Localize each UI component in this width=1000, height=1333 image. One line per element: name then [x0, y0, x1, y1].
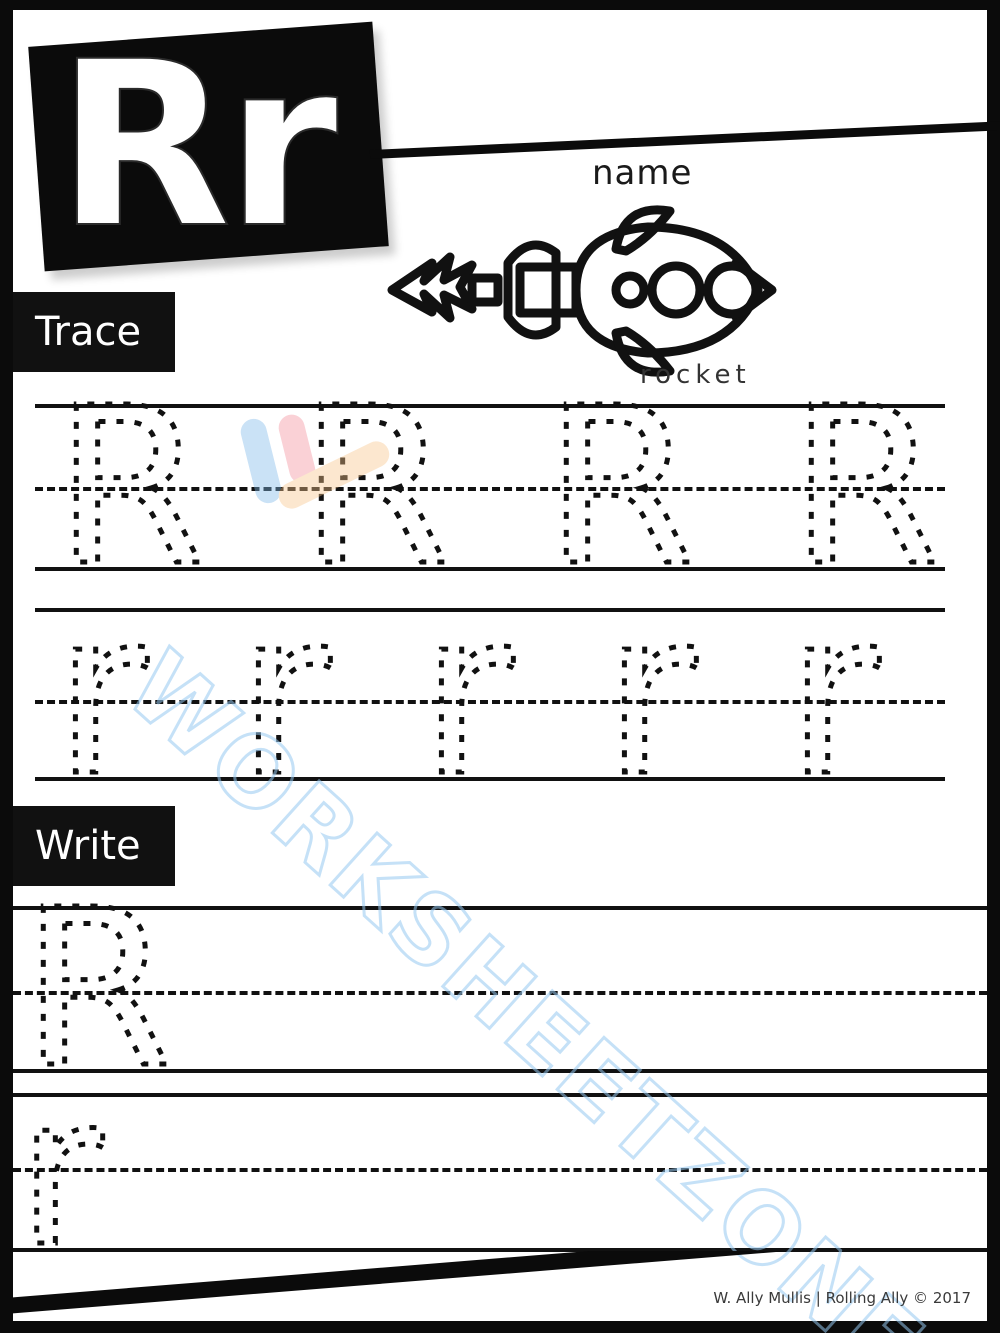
trace-row-2-glyph-1[interactable]: r [55, 603, 190, 782]
write-row-2-glyph-1[interactable]: r [18, 1088, 142, 1252]
trace-row-2-glyph-5[interactable]: r [787, 603, 922, 782]
section-tag-trace: Trace [13, 292, 175, 372]
page-border-right [987, 0, 1000, 1333]
section-tag-write: Write [13, 806, 175, 886]
svg-text:R: R [790, 399, 941, 572]
svg-text:r: r [787, 603, 880, 782]
svg-text:r: r [421, 603, 514, 782]
page-border-left [0, 0, 13, 1333]
trace-row-1-glyph-3[interactable]: R [545, 399, 700, 572]
svg-text:r: r [55, 603, 148, 782]
svg-text:R: R [55, 399, 206, 572]
footer-credits: W. Ally Mullis | Rolling Ally © 2017 [713, 1289, 971, 1307]
svg-text:R: R [300, 399, 451, 572]
svg-text:R: R [545, 399, 696, 572]
trace-row-1-glyph-4[interactable]: R [790, 399, 945, 572]
picture-word-label: rocket [640, 360, 751, 390]
svg-text:r: r [238, 603, 331, 782]
footer-bar: W. Ally Mullis | Rolling Ally © 2017 [13, 1251, 987, 1321]
write-row-2-topline [13, 1093, 987, 1097]
page-border-top [0, 0, 1000, 10]
write-row-2-midline [13, 1168, 987, 1172]
page-border-bottom [0, 1321, 1000, 1333]
trace-row-1-glyph-1[interactable]: R [55, 399, 210, 572]
svg-text:R: R [22, 901, 173, 1074]
trace-row-1-glyph-2[interactable]: R [300, 399, 455, 572]
trace-row-2-glyph-4[interactable]: r [604, 603, 739, 782]
svg-text:r: r [18, 1088, 103, 1252]
trace-row-2-glyph-3[interactable]: r [421, 603, 556, 782]
trace-row-2-glyph-2[interactable]: r [238, 603, 373, 782]
svg-text:r: r [604, 603, 697, 782]
worksheet-page: Rr name rocket Trace Write R R R R r r r… [0, 0, 1000, 1333]
write-row-1-glyph-1[interactable]: R [22, 901, 177, 1074]
